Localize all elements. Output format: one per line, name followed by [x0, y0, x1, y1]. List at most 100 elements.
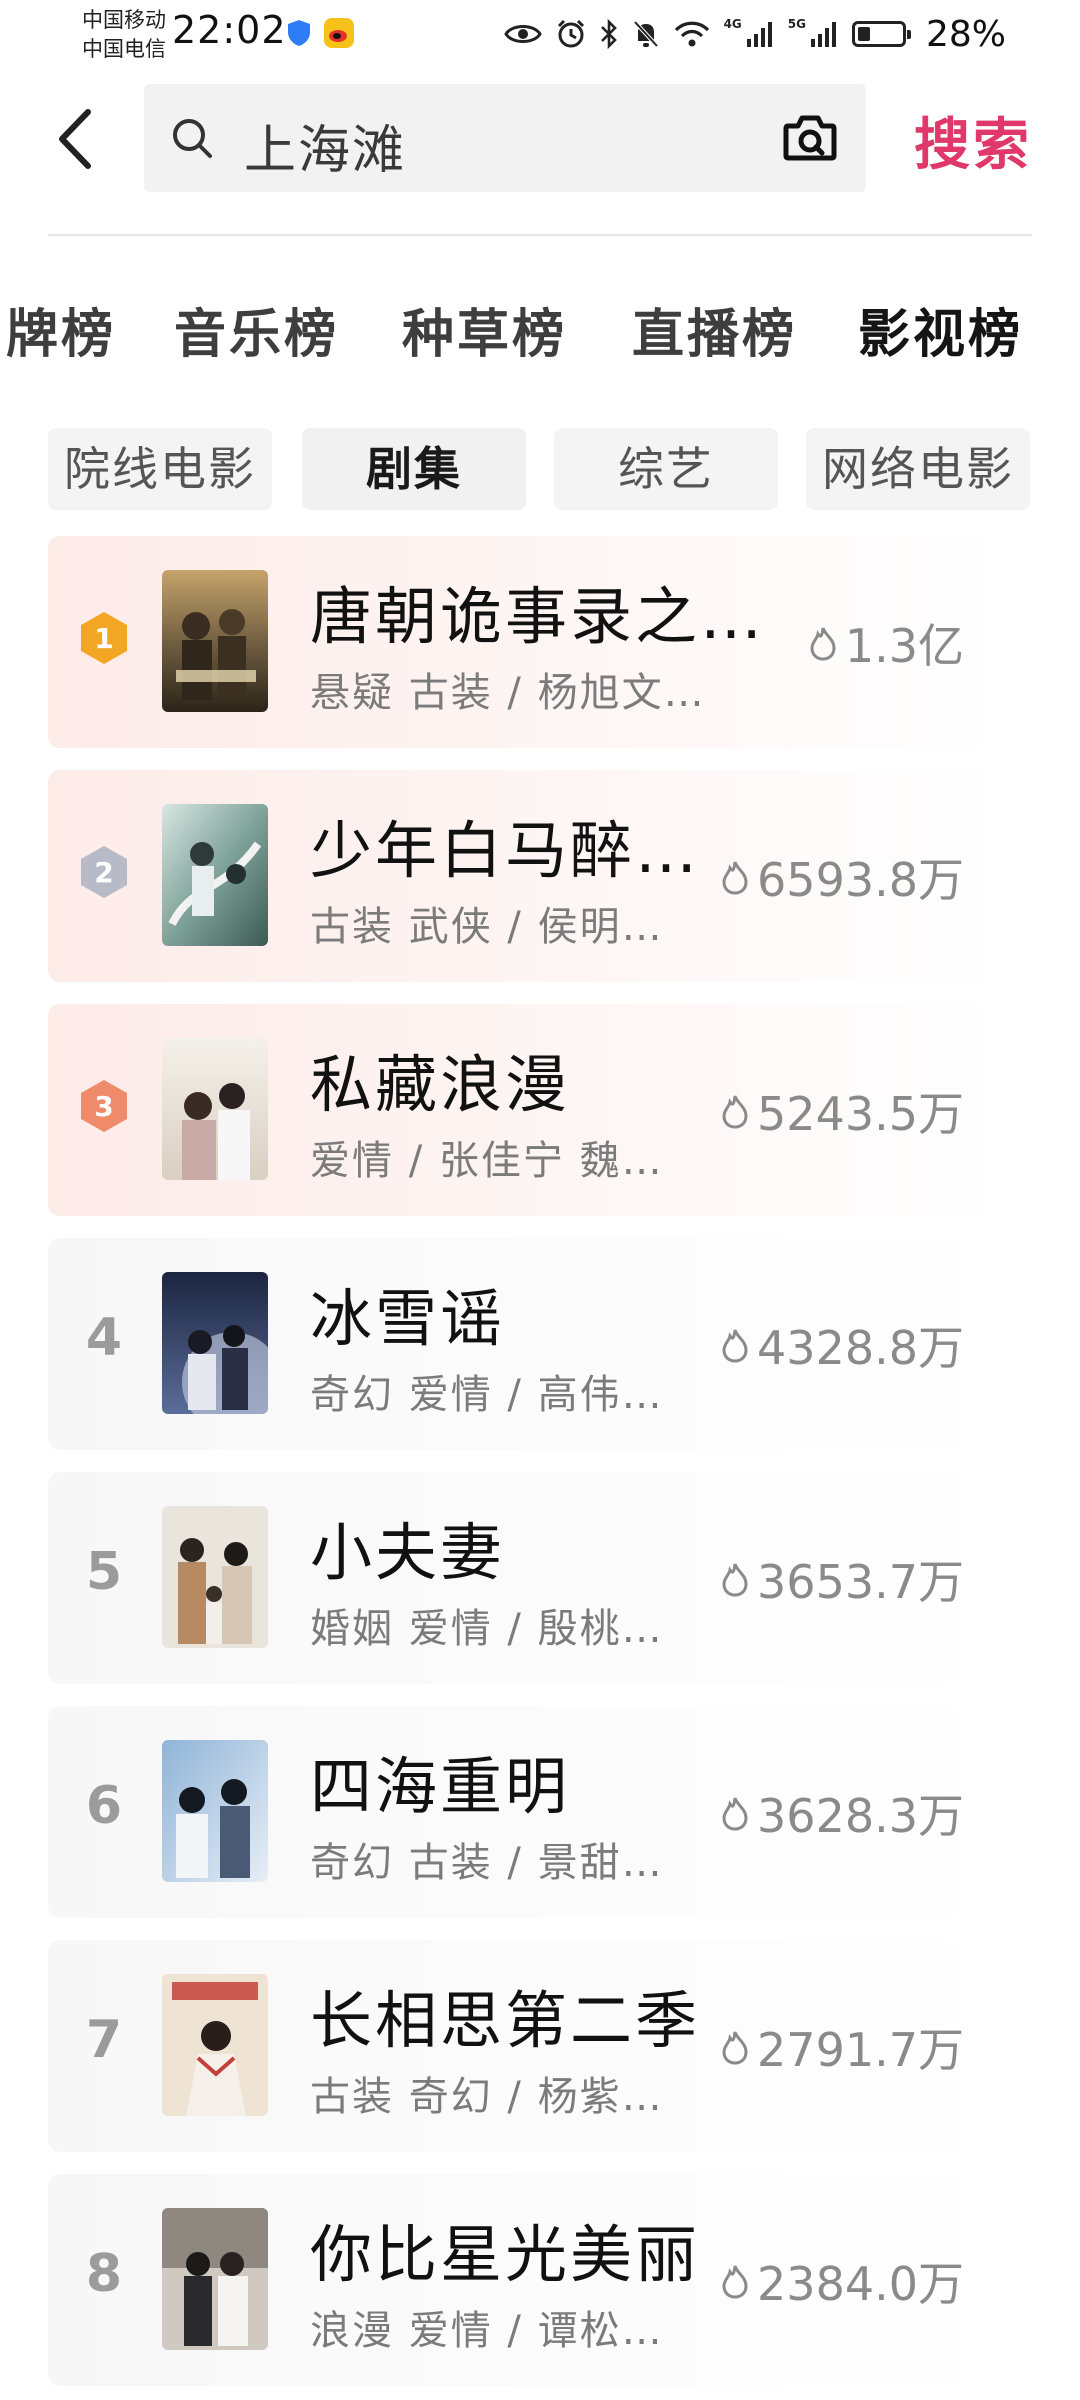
ranking-row[interactable]: 5 小夫妻 婚姻 爱情 / 殷桃… 3653.7万	[48, 1472, 1002, 1684]
show-title: 你比星光美丽	[310, 2218, 701, 2291]
ranking-row[interactable]: 7 长相思第二季 古装 奇幻 / 杨紫… 2791.7万	[48, 1940, 1002, 2152]
heat-value: 1.3亿	[844, 619, 964, 673]
silver-rank-badge-icon: 2	[81, 846, 127, 898]
subtab-variety[interactable]: 综艺	[554, 428, 778, 510]
heat-value: 2791.7万	[757, 2023, 964, 2077]
camera-search-icon[interactable]	[782, 112, 838, 162]
poster-image	[162, 804, 268, 946]
rank-number: 2	[94, 856, 113, 889]
show-genre-cast: 奇幻 古装 / 景甜…	[310, 1840, 664, 1886]
back-arrow-icon[interactable]	[52, 104, 102, 174]
eye-icon	[503, 25, 542, 43]
show-title: 四海重明	[310, 1750, 571, 1823]
wifi-icon	[674, 21, 709, 47]
shield-icon	[288, 20, 310, 46]
tab-brand-ranking[interactable]: 牌榜	[6, 292, 116, 367]
show-title: 少年白马醉…	[310, 814, 701, 887]
signal-2-icon	[810, 22, 836, 47]
flame-icon	[722, 1329, 748, 1363]
ranking-row[interactable]: 4 冰雪谣 奇幻 爱情 / 高伟… 4328.8万	[48, 1238, 1002, 1450]
show-genre-cast: 悬疑 古装 / 杨旭文…	[310, 670, 706, 716]
rank-number: 6	[85, 1776, 123, 1836]
rank-number: 1	[94, 622, 113, 655]
heat-value: 3653.7万	[757, 1555, 964, 1609]
poster-image	[162, 1974, 268, 2116]
rank-number: 8	[85, 2244, 123, 2304]
show-title: 小夫妻	[310, 1516, 506, 1589]
ranking-row[interactable]: 2 少年白马醉… 古装 武侠 / 侯明… 6593.8万	[48, 770, 1002, 982]
flame-icon	[810, 627, 836, 661]
tab-music-ranking[interactable]: 音乐榜	[174, 292, 339, 367]
bronze-rank-badge-icon: 3	[81, 1080, 127, 1132]
heat-value: 6593.8万	[757, 853, 964, 907]
network-1-label: 4G	[723, 17, 742, 31]
bluetooth-icon	[600, 19, 617, 49]
poster-image	[162, 1506, 268, 1648]
search-input[interactable]: 上海滩	[144, 84, 866, 192]
flame-icon	[722, 2031, 748, 2065]
carrier-2-label: 中国电信	[82, 37, 166, 61]
show-genre-cast: 奇幻 爱情 / 高伟…	[310, 1372, 664, 1418]
ranking-row[interactable]: 3 私藏浪漫 爱情 / 张佳宁 魏… 5243.5万	[48, 1004, 1002, 1216]
ranking-row[interactable]: 8 你比星光美丽 浪漫 爱情 / 谭松… 2384.0万	[48, 2174, 1002, 2386]
heat-score: 5243.5万	[719, 1078, 964, 1144]
battery-icon	[851, 21, 911, 47]
subtab-tv-series[interactable]: 剧集	[302, 428, 526, 510]
poster-image	[162, 1740, 268, 1882]
subtab-web-movies[interactable]: 网络电影	[806, 428, 1030, 510]
status-clock: 22:02	[172, 8, 287, 52]
show-genre-cast: 浪漫 爱情 / 谭松…	[310, 2308, 664, 2354]
tab-film-tv-ranking[interactable]: 影视榜	[858, 292, 1023, 367]
search-button[interactable]: 搜索	[914, 100, 1032, 181]
search-query-text: 上海滩	[244, 121, 407, 181]
heat-score: 2384.0万	[719, 2248, 964, 2314]
status-bar: 中国移动 中国电信 22:02 4G 5G 28%	[0, 0, 1080, 72]
ranking-row[interactable]: 6 四海重明 奇幻 古装 / 景甜… 3628.3万	[48, 1706, 1002, 1918]
gold-rank-badge-icon: 1	[81, 612, 127, 664]
carrier-1-label: 中国移动	[82, 8, 166, 32]
rank-number: 3	[94, 1090, 113, 1123]
status-icons: 4G 5G 28%	[503, 13, 1006, 55]
header-divider	[48, 234, 1032, 236]
flame-icon	[722, 2265, 748, 2299]
flame-icon	[722, 1563, 748, 1597]
rank-number: 5	[85, 1542, 123, 1602]
show-title: 私藏浪漫	[310, 1048, 571, 1121]
rank-number: 7	[85, 2010, 123, 2070]
signal-1-icon	[746, 22, 772, 47]
tab-recommend-ranking[interactable]: 种草榜	[402, 292, 567, 367]
heat-score: 1.3亿	[807, 610, 964, 676]
ranking-category-tabs: 牌榜 音乐榜 种草榜 直播榜 影视榜	[0, 292, 1080, 372]
rank-number: 4	[85, 1308, 123, 1368]
show-title: 冰雪谣	[310, 1282, 506, 1355]
heat-value: 2384.0万	[757, 2257, 964, 2311]
show-genre-cast: 古装 武侠 / 侯明…	[310, 904, 664, 950]
poster-image	[162, 570, 268, 712]
subtab-theater-movies[interactable]: 院线电影	[48, 428, 272, 510]
heat-value: 4328.8万	[757, 1321, 964, 1375]
flame-icon	[722, 1797, 748, 1831]
weibo-icon	[324, 18, 354, 48]
tab-live-ranking[interactable]: 直播榜	[632, 292, 797, 367]
flame-icon	[722, 861, 748, 895]
network-2-label: 5G	[787, 17, 806, 31]
heat-score: 2791.7万	[719, 2014, 964, 2080]
show-title: 长相思第二季	[310, 1984, 701, 2057]
heat-score: 3653.7万	[719, 1546, 964, 1612]
show-genre-cast: 婚姻 爱情 / 殷桃…	[310, 1606, 664, 1652]
ranking-row[interactable]: 1 唐朝诡事录之… 悬疑 古装 / 杨旭文… 1.3亿	[48, 536, 1002, 748]
heat-score: 3628.3万	[719, 1780, 964, 1846]
carrier-labels: 中国移动 中国电信	[82, 6, 166, 64]
search-icon	[173, 119, 212, 158]
poster-image	[162, 1272, 268, 1414]
heat-score: 4328.8万	[719, 1312, 964, 1378]
flame-icon	[722, 1095, 748, 1129]
show-title: 唐朝诡事录之…	[310, 580, 766, 653]
poster-image	[162, 1038, 268, 1180]
battery-percent: 28%	[925, 13, 1006, 55]
poster-image	[162, 2208, 268, 2350]
show-genre-cast: 爱情 / 张佳宁 魏…	[310, 1138, 664, 1184]
alarm-icon	[557, 19, 584, 48]
battery-fill	[857, 27, 870, 41]
heat-value: 3628.3万	[757, 1789, 964, 1843]
